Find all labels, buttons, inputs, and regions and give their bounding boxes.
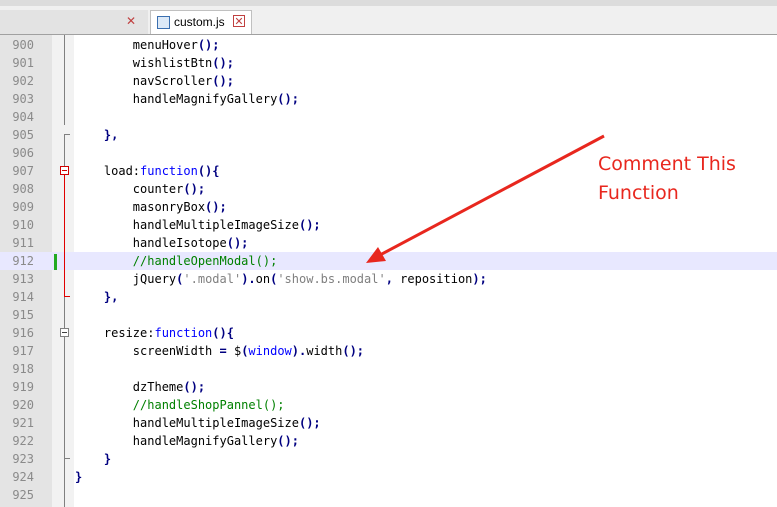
- annotation-arrow: [366, 134, 605, 263]
- arrow-shaft: [379, 134, 605, 257]
